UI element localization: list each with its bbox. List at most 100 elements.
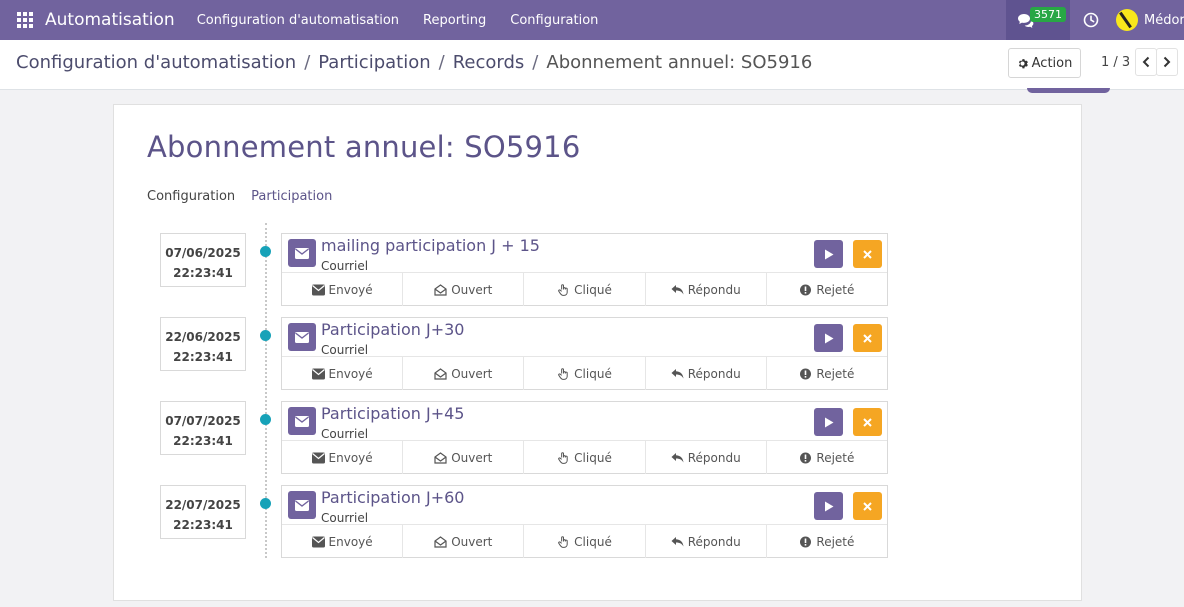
messaging-button[interactable]: 3571 — [1006, 0, 1070, 40]
pager-value[interactable]: 1 / 3 — [1101, 55, 1130, 70]
close-icon — [863, 501, 872, 511]
stat-replied: Répondu — [644, 273, 766, 306]
activity-card: Participation J+30 Courriel Envoyé Ouver… — [281, 317, 888, 390]
timeline-dot — [260, 498, 271, 509]
envelope-icon — [288, 323, 316, 351]
envelope-open-icon — [434, 283, 447, 296]
menu-configuration-automatisation[interactable]: Configuration d'automatisation — [197, 13, 399, 28]
app-name[interactable]: Automatisation — [45, 10, 175, 30]
exclamation-circle-icon — [800, 536, 812, 547]
chevron-left-icon — [1142, 56, 1150, 68]
stat-clicked: Cliqué — [523, 525, 644, 558]
menu-configuration[interactable]: Configuration — [510, 13, 598, 28]
breadcrumb-item[interactable]: Participation — [318, 52, 430, 73]
activity-stats: Envoyé Ouvert Cliqué Répondu Rejeté — [282, 440, 887, 474]
tab-participation[interactable]: Participation — [251, 189, 332, 204]
activity-title: mailing participation J + 15 — [321, 236, 540, 255]
cancel-button[interactable] — [853, 240, 882, 268]
apps-menu-icon[interactable] — [0, 0, 50, 40]
hand-pointer-icon — [558, 367, 568, 380]
activity-card: Participation J+45 Courriel Envoyé Ouver… — [281, 401, 888, 474]
stat-rejected: Rejeté — [765, 273, 887, 306]
activity-type: Courriel — [321, 343, 369, 357]
stat-label: Rejeté — [816, 450, 855, 465]
breadcrumb-separator: / — [304, 52, 311, 73]
envelope-icon — [311, 536, 325, 547]
envelope-icon — [311, 284, 325, 295]
breadcrumb-item[interactable]: Configuration d'automatisation — [16, 52, 296, 73]
gear-icon — [1018, 58, 1028, 68]
user-name[interactable]: Médor — [1144, 13, 1184, 28]
play-icon — [824, 333, 833, 343]
execute-button[interactable] — [814, 408, 843, 436]
pager-previous-button[interactable] — [1135, 48, 1157, 76]
activity-stats: Envoyé Ouvert Cliqué Répondu Rejeté — [282, 272, 887, 306]
activity-date: 07/06/2025 22:23:41 — [160, 233, 246, 287]
stat-label: Rejeté — [816, 534, 855, 549]
action-button[interactable]: Action — [1008, 48, 1081, 78]
envelope-open-icon — [434, 367, 447, 380]
execute-button[interactable] — [814, 324, 843, 352]
cancel-button[interactable] — [853, 324, 882, 352]
record-title: Abonnement annuel: SO5916 — [147, 130, 581, 164]
activity-date-day: 07/07/2025 — [165, 414, 241, 428]
execute-button[interactable] — [814, 492, 843, 520]
stat-label: Cliqué — [574, 450, 612, 465]
activity-date-day: 07/06/2025 — [165, 246, 241, 260]
activity-date: 22/07/2025 22:23:41 — [160, 485, 246, 539]
activity-title: Participation J+45 — [321, 404, 465, 423]
cancel-button[interactable] — [853, 408, 882, 436]
chevron-right-icon — [1163, 56, 1171, 68]
stat-sent: Envoyé — [282, 441, 402, 474]
envelope-icon — [288, 239, 316, 267]
play-icon — [824, 501, 833, 511]
envelope-icon — [288, 407, 316, 435]
breadcrumb-item[interactable]: Records — [453, 52, 525, 73]
activity-date: 07/07/2025 22:23:41 — [160, 401, 246, 455]
stat-opened: Ouvert — [402, 525, 523, 558]
activity-clock-icon[interactable] — [1070, 0, 1112, 40]
stat-label: Rejeté — [816, 282, 855, 297]
stat-label: Cliqué — [574, 282, 612, 297]
stat-opened: Ouvert — [402, 441, 523, 474]
exclamation-circle-icon — [800, 452, 812, 463]
reply-icon — [671, 284, 684, 294]
stat-rejected: Rejeté — [765, 357, 887, 390]
activity-date: 22/06/2025 22:23:41 — [160, 317, 246, 371]
breadcrumb-separator: / — [532, 52, 539, 73]
stat-clicked: Cliqué — [523, 357, 644, 390]
stat-opened: Ouvert — [402, 273, 523, 306]
stat-replied: Répondu — [644, 357, 766, 390]
menu-reporting[interactable]: Reporting — [423, 13, 486, 28]
reply-icon — [671, 452, 684, 462]
execute-button[interactable] — [814, 240, 843, 268]
breadcrumb: Configuration d'automatisation / Partici… — [16, 52, 812, 73]
envelope-open-icon — [434, 535, 447, 548]
stat-replied: Répondu — [644, 441, 766, 474]
activity-type: Courriel — [321, 511, 369, 525]
pager-next-button[interactable] — [1156, 48, 1178, 76]
user-avatar[interactable] — [1116, 9, 1138, 31]
stat-label: Cliqué — [574, 366, 612, 381]
cancel-button[interactable] — [853, 492, 882, 520]
activity-stats: Envoyé Ouvert Cliqué Répondu Rejeté — [282, 356, 887, 390]
envelope-icon — [311, 452, 325, 463]
notebook-tabs: Configuration Participation — [147, 189, 332, 204]
activity-title: Participation J+60 — [321, 488, 465, 507]
activity-date-time: 22:23:41 — [173, 434, 233, 448]
activity-date-time: 22:23:41 — [173, 350, 233, 364]
stat-sent: Envoyé — [282, 525, 402, 558]
stat-rejected: Rejeté — [765, 525, 887, 558]
stat-label: Répondu — [687, 450, 741, 465]
activity-type: Courriel — [321, 259, 369, 273]
tab-configuration[interactable]: Configuration — [147, 189, 235, 204]
hand-pointer-icon — [558, 283, 568, 296]
stat-label: Cliqué — [574, 534, 612, 549]
hand-pointer-icon — [558, 535, 568, 548]
close-icon — [863, 417, 872, 427]
activity-date-day: 22/07/2025 — [165, 498, 241, 512]
action-label: Action — [1031, 55, 1073, 71]
reply-icon — [671, 536, 684, 546]
envelope-icon — [288, 491, 316, 519]
stat-label: Répondu — [687, 366, 741, 381]
